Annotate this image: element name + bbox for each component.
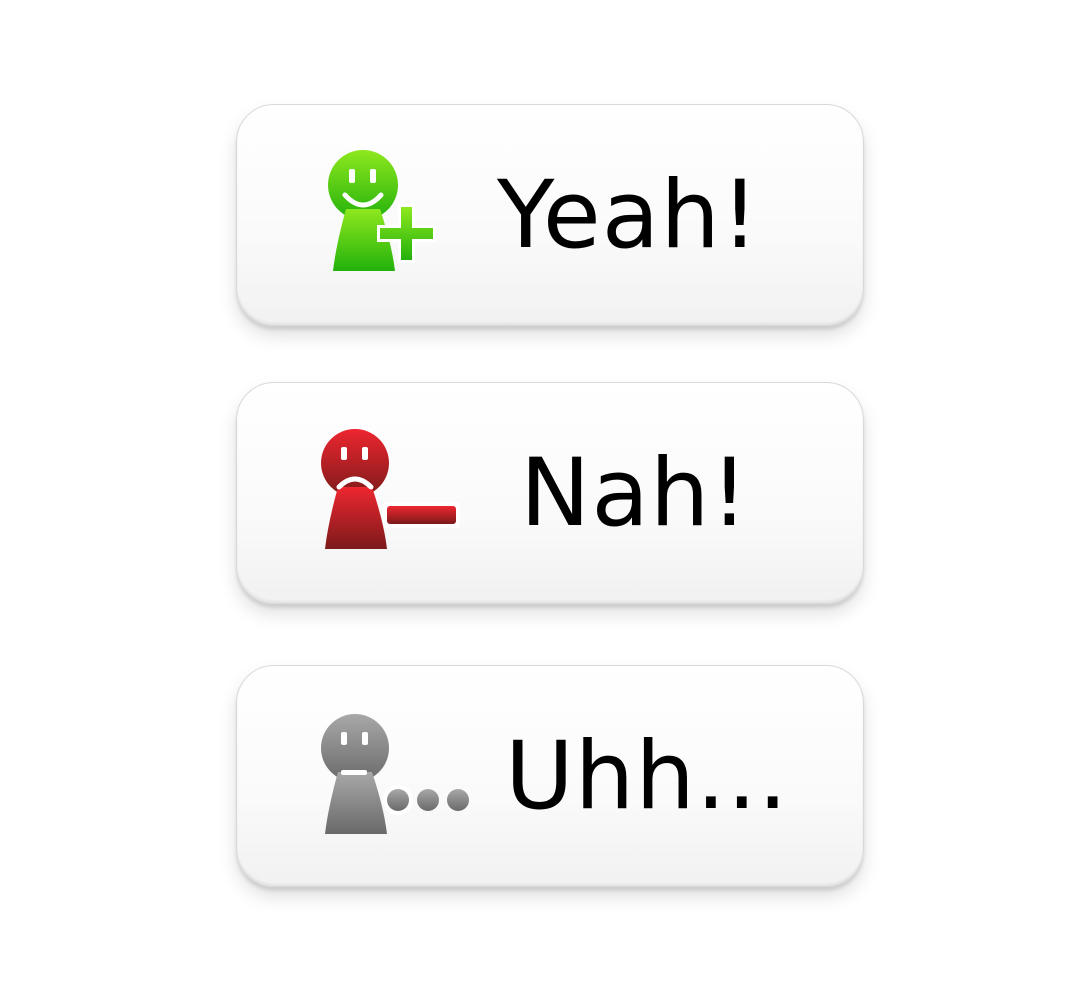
uhh-label: Uhh... [505,722,789,831]
nah-button[interactable]: Nah! [236,382,864,604]
uhh-button[interactable]: Uhh... [236,665,864,887]
yeah-button[interactable]: Yeah! [236,104,864,326]
yeah-label: Yeah! [497,161,760,270]
nah-label: Nah! [520,439,750,548]
